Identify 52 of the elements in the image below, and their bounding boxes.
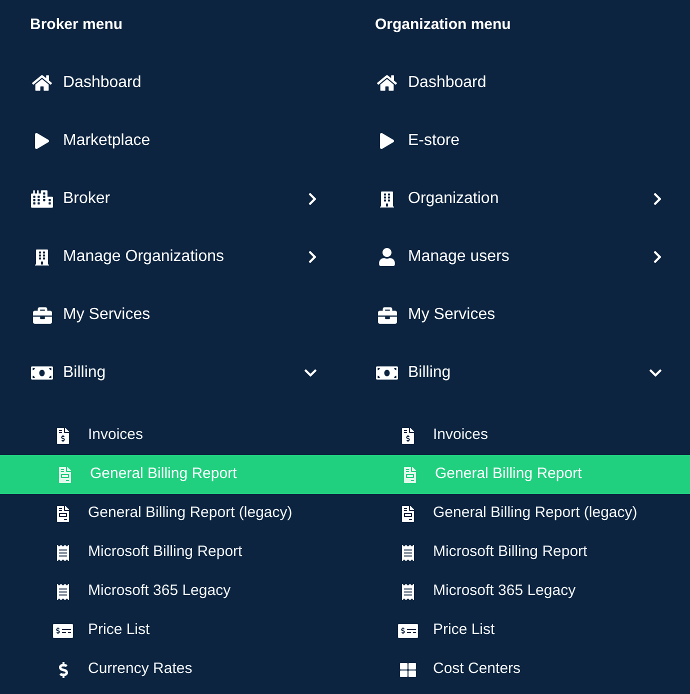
price-card-icon [398,622,418,638]
invoice-icon [57,506,69,522]
briefcase-icon [32,306,52,324]
banknote-icon [376,364,398,382]
submenu-item[interactable]: Price List [345,611,690,650]
submenu-item[interactable]: Price List [0,611,345,650]
invoice-dollar-icon [402,428,414,444]
submenu-item[interactable]: Cost Centers [345,650,690,689]
invoice-icon [402,506,414,522]
menu-item[interactable]: Dashboard [0,54,345,112]
menu-item[interactable]: Billing [0,344,345,402]
menu-title: Broker menu [30,14,123,35]
home-icon [32,74,52,92]
submenu-item[interactable]: Microsoft 365 Legacy [345,572,690,611]
user-icon [379,248,395,266]
invoice-dollar-icon [57,428,69,444]
menu-item[interactable]: Billing [345,344,690,402]
price-card-icon [53,622,73,638]
menu-item[interactable]: Marketplace [0,112,345,170]
grid-icon [400,662,416,678]
menu-item[interactable]: My Services [0,286,345,344]
menu-item[interactable]: Manage users [345,228,690,286]
home-icon [377,74,397,92]
play-icon [380,133,394,149]
menu-item[interactable]: Broker [0,170,345,228]
receipt-icon [402,584,414,600]
submenu-item[interactable]: Currency Rates [0,650,345,689]
menu-item[interactable]: My Services [345,286,690,344]
play-icon [35,133,49,149]
menu-title: Organization menu [375,14,511,35]
submenu-item[interactable]: General Billing Report (legacy) [345,494,690,533]
menu-item[interactable]: Manage Organizations [0,228,345,286]
menu-item[interactable]: Dashboard [345,54,690,112]
receipt-icon [57,584,69,600]
invoice-icon [59,466,71,482]
submenu-item[interactable]: Invoices [345,416,690,455]
building-icon [35,248,49,266]
menu-item[interactable]: E-store [345,112,690,170]
submenu-item[interactable]: Microsoft 365 Legacy [0,572,345,611]
banknote-icon [31,364,53,382]
receipt-icon [57,544,69,560]
building-icon [380,190,394,208]
submenu-item[interactable]: Invoices [0,416,345,455]
city-buildings-icon [31,190,53,208]
briefcase-icon [378,306,396,324]
submenu-item[interactable]: Microsoft Billing Report [345,533,690,572]
menu-item[interactable]: Organization [345,170,690,228]
dollar-sign-icon [58,662,68,678]
submenu-item[interactable]: Microsoft Billing Report [0,533,345,572]
receipt-icon [402,544,414,560]
submenu-item[interactable]: General Billing Report (legacy) [0,494,345,533]
invoice-icon [404,466,416,482]
